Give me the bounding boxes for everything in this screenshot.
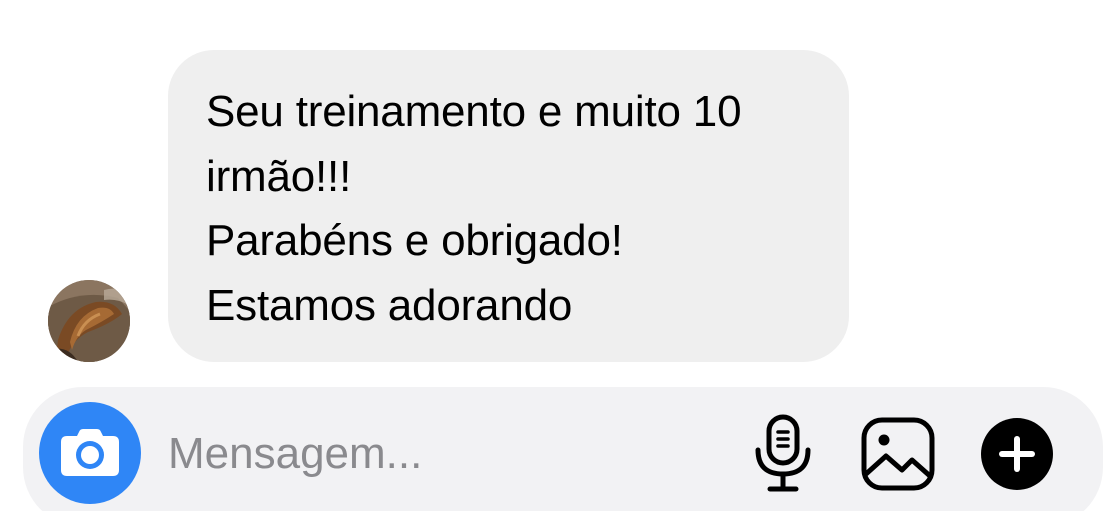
camera-icon [61, 429, 119, 476]
gallery-button[interactable] [858, 414, 938, 494]
image-icon [861, 417, 935, 491]
microphone-icon [755, 414, 811, 492]
message-line: Estamos adorando [206, 280, 573, 330]
add-button[interactable] [978, 415, 1056, 493]
camera-button[interactable] [39, 402, 141, 504]
avatar-photo [48, 280, 130, 362]
message-line: irmão!!! [206, 151, 352, 201]
chat-screen: Seu treinamento e muito 10 irmão!!! Para… [0, 0, 1103, 511]
plus-icon [981, 418, 1053, 490]
message-input[interactable] [168, 424, 708, 484]
message-line: Parabéns e obrigado! [206, 216, 623, 265]
microphone-button[interactable] [752, 414, 814, 494]
message-line: Seu treinamento e muito 10 [206, 87, 742, 136]
avatar[interactable] [48, 280, 130, 362]
incoming-message-bubble[interactable]: Seu treinamento e muito 10 irmão!!! Para… [168, 50, 849, 362]
